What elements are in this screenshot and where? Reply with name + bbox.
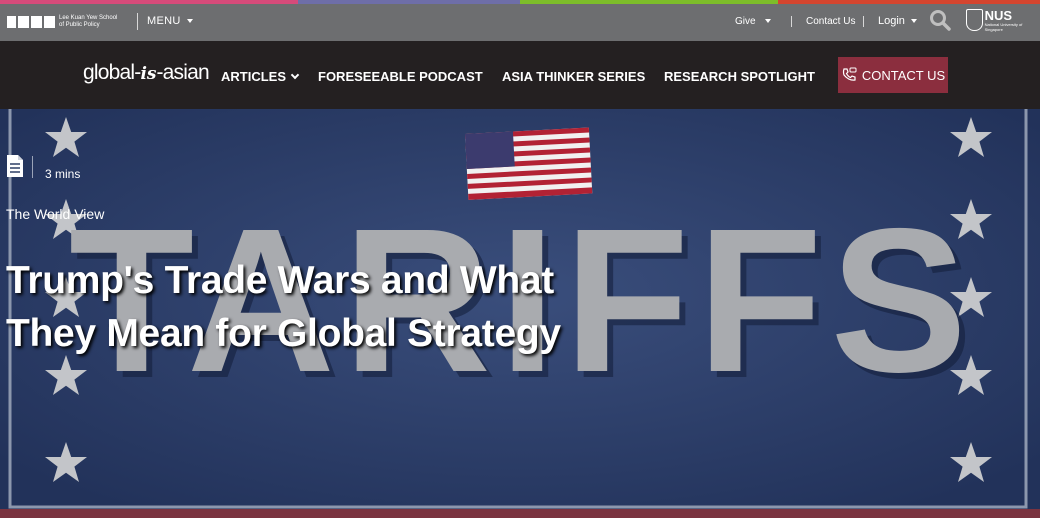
read-time: 3 mins <box>45 167 81 181</box>
caret-down-icon <box>910 19 917 24</box>
brand-text-is: is <box>140 64 157 84</box>
nav-asia-thinker-series[interactable]: ASIA THINKER SERIES <box>502 69 645 84</box>
nus-subtext: National University of Singapore <box>984 22 1023 32</box>
brand-text: -asian <box>156 61 209 84</box>
give-label: Give <box>735 16 756 27</box>
contact-us-label: CONTACT US <box>861 67 946 83</box>
nav-articles[interactable]: ARTICLES <box>221 69 300 84</box>
contact-us-button[interactable]: CONTACT US <box>838 57 948 93</box>
article-category[interactable]: The World View <box>6 206 104 222</box>
chevron-down-icon <box>290 70 300 80</box>
search-icon[interactable] <box>929 9 951 31</box>
nav-articles-label: ARTICLES <box>221 69 286 84</box>
document-icon[interactable] <box>6 154 24 178</box>
meta-divider <box>32 156 33 178</box>
phone-chat-icon <box>842 67 857 81</box>
menu-label: MENU <box>147 15 181 27</box>
nus-label: NUS <box>984 8 1013 23</box>
divider <box>791 16 792 27</box>
utility-bar: Lee Kuan Yew School of Public Policy MEN… <box>0 4 1040 41</box>
divider <box>863 16 864 27</box>
caret-down-icon <box>764 19 771 24</box>
nus-logo[interactable]: NUS National University of Singapore <box>966 9 1040 32</box>
lky-mark-icon <box>7 16 55 28</box>
divider <box>137 13 138 30</box>
give-dropdown[interactable]: Give <box>735 16 771 27</box>
hero-banner: TARIFFS TARIFFS 3 mins The World View Tr… <box>0 109 1040 518</box>
school-name: Lee Kuan Yew School of Public Policy <box>59 15 118 28</box>
article-title: Trump's Trade Wars and What They Mean fo… <box>6 259 561 355</box>
contact-us-link[interactable]: Contact Us <box>806 16 855 27</box>
brand-text: global- <box>83 61 141 84</box>
main-nav: global-is-asian ARTICLES FORESEEABLE POD… <box>0 41 1040 109</box>
nus-crest-icon <box>966 9 983 31</box>
login-dropdown[interactable]: Login <box>878 15 917 27</box>
menu-button[interactable]: MENU <box>147 15 193 27</box>
lky-logo[interactable]: Lee Kuan Yew School of Public Policy <box>7 15 123 29</box>
nav-foreseeable-podcast[interactable]: FORESEEABLE PODCAST <box>318 69 483 84</box>
nav-research-spotlight[interactable]: RESEARCH SPOTLIGHT <box>664 69 815 84</box>
brand-logo[interactable]: global-is-asian <box>83 61 210 85</box>
caret-down-icon <box>186 19 193 24</box>
login-label: Login <box>878 15 905 27</box>
